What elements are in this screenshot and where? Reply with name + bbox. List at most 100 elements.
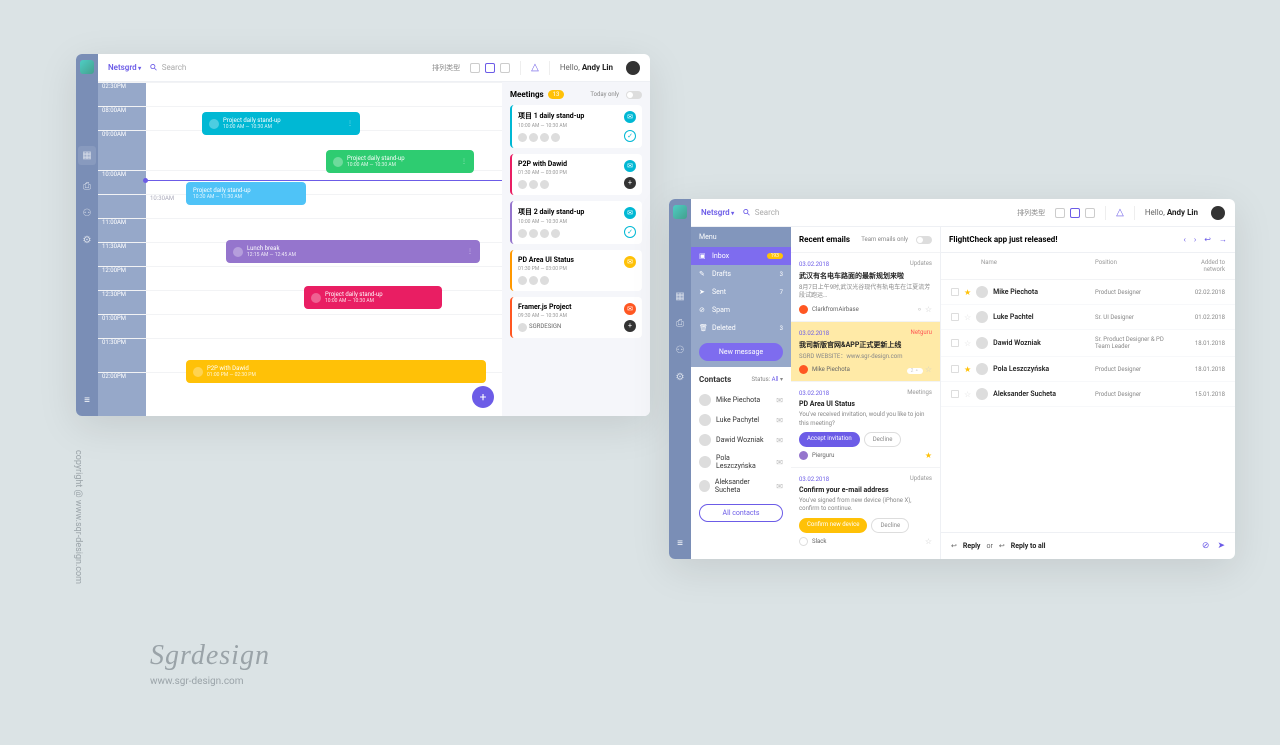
- meeting-card[interactable]: Framer.js Project09:30 AM — 10:30 AMSGRD…: [510, 297, 642, 338]
- calendar-event[interactable]: Lunch break12:15 AM — 12:45 AM⋮: [226, 240, 480, 263]
- decline-button[interactable]: Decline: [864, 432, 902, 447]
- view-toggle[interactable]: [470, 63, 510, 73]
- checkbox[interactable]: [951, 390, 959, 398]
- deleted-item[interactable]: 🗑Deleted3: [691, 319, 791, 337]
- more-icon[interactable]: ⋮: [347, 120, 353, 127]
- table-row[interactable]: ★Pola LeszczyńskaProduct Designer18.01.2…: [941, 357, 1235, 382]
- star-icon[interactable]: 2 ⚬ ☆: [907, 365, 932, 374]
- workspace-selector[interactable]: Netsgrd: [108, 63, 141, 72]
- star-icon[interactable]: ★: [964, 288, 971, 297]
- search-input[interactable]: Search: [744, 208, 1007, 218]
- contact-row[interactable]: Dawid Wozniak✉: [699, 430, 783, 450]
- email-card[interactable]: 03.02.2018Netguru我司新版官网&APP正式更新上线SGRD WE…: [791, 321, 940, 381]
- reply-icon[interactable]: ↩: [951, 542, 957, 550]
- reply-icon[interactable]: ↩: [1204, 235, 1211, 244]
- decline-button[interactable]: Decline: [871, 518, 909, 533]
- gear-icon[interactable]: ⚙: [676, 372, 685, 383]
- logo-icon[interactable]: [80, 60, 94, 74]
- bell-icon[interactable]: △: [1116, 207, 1124, 218]
- calendar-event[interactable]: Project daily stand-up10:00 AM — 10:30 A…: [304, 286, 442, 309]
- checkbox[interactable]: [951, 288, 959, 296]
- chat-icon[interactable]: ✉: [624, 256, 636, 268]
- reply-all-button[interactable]: Reply to all: [1011, 542, 1046, 550]
- check-icon[interactable]: ✓: [624, 130, 636, 142]
- confirm-button[interactable]: Confirm new device: [799, 518, 867, 533]
- workspace-selector[interactable]: Netsgrd: [701, 208, 734, 217]
- meeting-card[interactable]: 项目 2 daily stand-up10:00 AM — 10:30 AM✉✓: [510, 201, 642, 244]
- star-icon[interactable]: ☆: [964, 313, 971, 322]
- inbox-item[interactable]: ▣Inbox193: [691, 247, 791, 265]
- chat-icon[interactable]: ✉: [624, 207, 636, 219]
- star-icon[interactable]: ★: [964, 365, 971, 374]
- chat-icon[interactable]: ✉: [776, 482, 783, 491]
- print-icon[interactable]: ⎙: [676, 318, 684, 329]
- contact-row[interactable]: Aleksander Sucheta✉: [699, 474, 783, 498]
- filter-toggle[interactable]: [916, 236, 932, 244]
- calendar-event[interactable]: Project daily stand-up10:00 AM — 10:30 A…: [202, 112, 360, 135]
- check-icon[interactable]: ✓: [624, 226, 636, 238]
- table-row[interactable]: ☆Dawid WozniakSr. Product Designer & PD …: [941, 330, 1235, 357]
- meeting-card[interactable]: 项目 1 daily stand-up10:00 AM — 10:30 AM✉✓: [510, 105, 642, 148]
- contact-row[interactable]: Luke Pachytel✉: [699, 410, 783, 430]
- plus-icon[interactable]: +: [624, 177, 636, 189]
- more-icon[interactable]: ⋮: [461, 158, 467, 165]
- checkbox[interactable]: [951, 339, 959, 347]
- avatar[interactable]: [626, 61, 640, 75]
- prev-icon[interactable]: ‹: [1183, 235, 1185, 244]
- chat-icon[interactable]: ✉: [776, 458, 783, 467]
- lock-icon[interactable]: ⚇: [676, 345, 685, 356]
- reply-all-icon[interactable]: ↩: [999, 542, 1005, 550]
- today-toggle[interactable]: [626, 91, 642, 99]
- meeting-card[interactable]: P2P with Dawid01:30 AM — 03:00 PM✉+: [510, 154, 642, 195]
- calendar-event[interactable]: P2P with Dawid01:00 PM — 02:30 PM: [186, 360, 486, 383]
- email-card[interactable]: 03.02.2018UpdatesConfirm your e-mail add…: [791, 467, 940, 553]
- collapse-icon[interactable]: ≡: [677, 538, 683, 549]
- logo-icon[interactable]: [673, 205, 687, 219]
- next-icon[interactable]: ›: [1194, 235, 1196, 244]
- star-icon[interactable]: ☆: [964, 339, 971, 348]
- avatar[interactable]: [1211, 206, 1225, 220]
- spam-item[interactable]: ⊘Spam: [691, 301, 791, 319]
- view-toggle[interactable]: [1055, 208, 1095, 218]
- more-icon[interactable]: ⋮: [467, 248, 473, 255]
- table-row[interactable]: ☆Aleksander SuchetaProduct Designer15.01…: [941, 382, 1235, 407]
- table-row[interactable]: ★Mike PiechotaProduct Designer02.02.2018: [941, 280, 1235, 305]
- contacts-filter[interactable]: Status: All ▾: [752, 376, 783, 383]
- new-message-button[interactable]: New message: [699, 343, 783, 361]
- table-row[interactable]: ☆Luke PachtelSr. UI Designer01.02.2018: [941, 305, 1235, 330]
- star-icon[interactable]: ☆: [964, 390, 971, 399]
- gear-icon[interactable]: ⚙: [83, 235, 92, 246]
- contact-row[interactable]: Mike Piechota✉: [699, 390, 783, 410]
- all-contacts-button[interactable]: All contacts: [699, 504, 783, 522]
- search-input[interactable]: Search: [151, 63, 422, 73]
- chat-icon[interactable]: ✉: [776, 436, 783, 445]
- attachment-icon[interactable]: ⊘: [1202, 541, 1210, 551]
- email-card[interactable]: 03.02.2018Updates武汉有名电车路面的最新规划来啦8月7日上午9时…: [791, 252, 940, 321]
- contact-row[interactable]: Pola Leszczyńska✉: [699, 450, 783, 474]
- add-button[interactable]: +: [472, 386, 494, 408]
- reply-button[interactable]: Reply: [963, 542, 981, 550]
- star-icon[interactable]: ☆: [925, 537, 932, 546]
- collapse-icon[interactable]: ≡: [84, 395, 90, 406]
- chat-icon[interactable]: ✉: [624, 303, 636, 315]
- sent-item[interactable]: ➤Sent7: [691, 283, 791, 301]
- checkbox[interactable]: [951, 313, 959, 321]
- email-card[interactable]: 03.02.2018MeetingsPD Area UI StatusYou'v…: [791, 381, 940, 467]
- drafts-item[interactable]: ✎Drafts3: [691, 265, 791, 283]
- calendar-icon[interactable]: ▦: [78, 146, 95, 165]
- calendar-timeline[interactable]: 08:00AM 09:00AM 10:00AM 10:30AM 11:00AM …: [98, 82, 502, 416]
- meeting-card[interactable]: PD Area UI Status01:30 PM — 03:00 PM✉: [510, 250, 642, 291]
- star-icon[interactable]: ⚬ ☆: [916, 305, 932, 314]
- bell-icon[interactable]: △: [531, 62, 539, 73]
- chat-icon[interactable]: ✉: [624, 111, 636, 123]
- chat-icon[interactable]: ✉: [776, 416, 783, 425]
- forward-icon[interactable]: →: [1219, 235, 1227, 244]
- calendar-event[interactable]: Project daily stand-up10:30 AM — 11:30 A…: [186, 182, 306, 205]
- send-icon[interactable]: ➤: [1217, 541, 1225, 551]
- chat-icon[interactable]: ✉: [776, 396, 783, 405]
- plus-icon[interactable]: +: [624, 320, 636, 332]
- accept-button[interactable]: Accept invitation: [799, 432, 860, 447]
- calendar-icon[interactable]: ▦: [675, 291, 684, 302]
- star-icon[interactable]: ★: [925, 451, 932, 460]
- lock-icon[interactable]: ⚇: [83, 208, 92, 219]
